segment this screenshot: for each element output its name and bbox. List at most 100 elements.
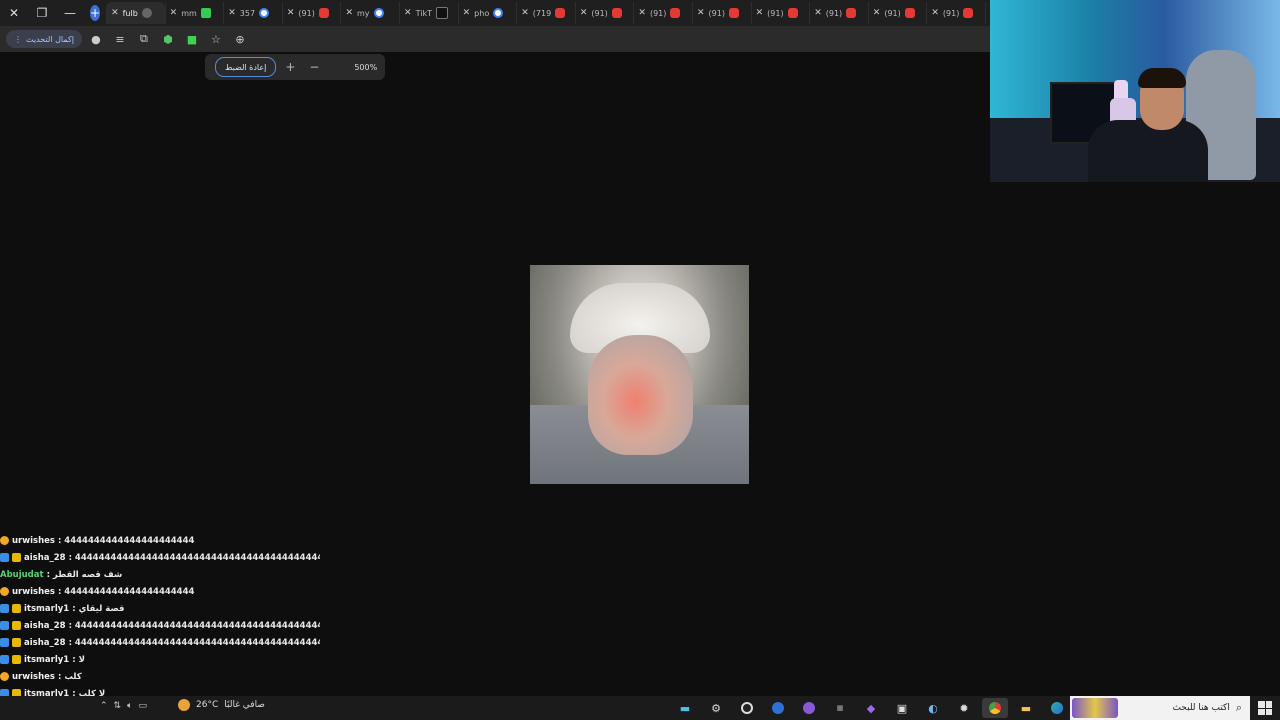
zoom-reset-button[interactable]: إعادة الضبط [215, 57, 277, 77]
browser-tab[interactable]: ✕ mm [164, 2, 224, 24]
chrome-icon[interactable] [982, 698, 1008, 718]
shield-icon[interactable]: ⬢ [158, 33, 178, 46]
close-window-icon[interactable]: ✕ [0, 6, 28, 20]
media-icon[interactable]: ▦ [827, 698, 853, 718]
tab-label: my [356, 8, 370, 18]
close-tab-icon[interactable]: ✕ [580, 8, 588, 18]
tab-label: pho [474, 8, 490, 18]
taskbar-search[interactable]: اكتب هنا للبحث ⌕ [1070, 696, 1250, 720]
tab-favicon-icon [611, 8, 622, 18]
close-tab-icon[interactable]: ✕ [404, 8, 412, 18]
browser-tab[interactable]: ✕ TikT [399, 2, 458, 24]
volume-icon[interactable]: 🔈︎ [127, 701, 132, 711]
tab-favicon-icon [787, 8, 798, 18]
browser-tab[interactable]: ✕ my [340, 2, 399, 24]
tab-label: (719 [532, 8, 552, 18]
discord-icon[interactable] [765, 698, 791, 718]
chat-text: : 44444444444444444444444444444444444444… [68, 637, 320, 648]
weather-condition: صافي غالبًا [224, 700, 265, 710]
close-tab-icon[interactable]: ✕ [287, 8, 295, 18]
tab-favicon-icon [555, 8, 566, 18]
chat-message: aisha_28: 444444444444444444444444444444… [0, 634, 320, 651]
photo-face [588, 335, 693, 455]
browser-tab[interactable]: ✕ (91) [926, 2, 985, 24]
browser-tab[interactable]: ✕ (719 [516, 2, 575, 24]
close-tab-icon[interactable]: ✕ [873, 8, 881, 18]
tab-label: (91) [942, 8, 960, 18]
zoom-icon[interactable]: ⊕ [230, 33, 250, 46]
tab-favicon-icon [373, 8, 384, 18]
reading-list-icon[interactable]: ≡ [110, 33, 130, 46]
zoom-in-button[interactable]: + [280, 60, 300, 74]
close-tab-icon[interactable]: ✕ [170, 8, 178, 18]
tab-favicon-icon [670, 8, 681, 18]
browser-tab[interactable]: ✕ (91) [574, 2, 634, 24]
browser-tab[interactable]: ✕ (91) [281, 2, 341, 24]
chat-text: : كلب [57, 671, 82, 682]
close-tab-icon[interactable]: ✕ [521, 8, 529, 18]
weather-widget[interactable]: 26°C صافي غالبًا [178, 699, 265, 711]
tab-favicon-icon [846, 8, 857, 18]
chat-username: aisha_28 [24, 637, 66, 648]
close-tab-icon[interactable]: ✕ [228, 8, 236, 18]
settings-icon[interactable]: ⚙ [703, 698, 729, 718]
zoom-popup: إعادة الضبط + − 500% [205, 54, 385, 80]
steam-icon[interactable]: ◐ [920, 698, 946, 718]
update-button[interactable]: ⋮ إكمال التحديث [6, 30, 82, 48]
close-tab-icon[interactable]: ✕ [463, 8, 471, 18]
chat-username: Abujudat [0, 569, 44, 580]
zoom-out-button[interactable]: − [304, 60, 324, 74]
browser-tab[interactable]: ✕ (91) [692, 2, 751, 24]
browser-tab[interactable]: ✕ 357 [223, 2, 282, 24]
subscriber-badge-icon [12, 655, 21, 664]
subscriber-badge-icon [12, 553, 21, 562]
tab-label: (91) [708, 8, 725, 18]
search-highlight-image [1072, 698, 1118, 718]
tab-label: 357 [239, 8, 256, 18]
browser-tab[interactable]: ✕ fulb [106, 2, 165, 24]
system-tray: ⌃ ⇅ 🔈︎ ▭ [100, 701, 147, 711]
chat-text: : 44444444444444444444444444444444444444… [68, 552, 320, 563]
edge-icon[interactable] [1044, 698, 1070, 718]
chevron-up-icon[interactable]: ⌃ [100, 701, 108, 711]
store-icon[interactable]: ▣ [889, 698, 915, 718]
close-tab-icon[interactable]: ✕ [638, 8, 646, 18]
chat-username: urwishes [12, 586, 55, 597]
close-tab-icon[interactable]: ✕ [345, 8, 353, 18]
restore-window-icon[interactable]: ❐ [28, 6, 56, 20]
extension-green-icon[interactable]: ■ [182, 33, 202, 46]
app-icon[interactable] [796, 698, 822, 718]
chat-text: : لا [72, 654, 85, 665]
obs-icon[interactable] [734, 698, 760, 718]
minimize-window-icon[interactable]: — [56, 6, 84, 20]
folder-icon[interactable]: ▬ [1013, 698, 1039, 718]
extensions-icon[interactable]: ⧉ [134, 32, 154, 46]
tab-favicon-icon [318, 8, 329, 18]
window-controls: ✕ ❐ — [0, 0, 84, 26]
badge-icon [0, 587, 9, 596]
close-tab-icon[interactable]: ✕ [697, 8, 705, 18]
browser-tab[interactable]: ✕ (91) [809, 2, 868, 24]
close-tab-icon[interactable]: ✕ [814, 8, 822, 18]
new-tab-button[interactable]: + [90, 5, 101, 21]
browser-tab[interactable]: ✕ (91) [633, 2, 692, 24]
bookmark-star-icon[interactable]: ☆ [206, 33, 226, 46]
gear2-icon[interactable]: ✹ [951, 698, 977, 718]
badge-icon [0, 621, 9, 630]
search-input[interactable]: اكتب هنا للبحث [1118, 703, 1229, 713]
network-icon[interactable]: ⇅ [114, 701, 122, 711]
browser-tab[interactable]: ✕ (91) [750, 2, 810, 24]
tab-label: fulb [122, 8, 138, 18]
tab-label: (91) [825, 8, 843, 18]
close-tab-icon[interactable]: ✕ [931, 8, 939, 18]
close-tab-icon[interactable]: ✕ [111, 8, 119, 18]
close-tab-icon[interactable]: ✕ [756, 8, 764, 18]
windows-start-icon[interactable] [1258, 701, 1272, 715]
browser-tab[interactable]: ✕ (91) [867, 2, 927, 24]
game-icon[interactable]: ◆ [858, 698, 884, 718]
tab-favicon-icon [493, 8, 504, 18]
browser-tab[interactable]: ✕ pho [457, 2, 517, 24]
monitor-icon[interactable]: ▭ [139, 701, 148, 711]
profile-icon[interactable]: ● [86, 33, 106, 46]
tv-icon[interactable]: ▬ [672, 698, 698, 718]
